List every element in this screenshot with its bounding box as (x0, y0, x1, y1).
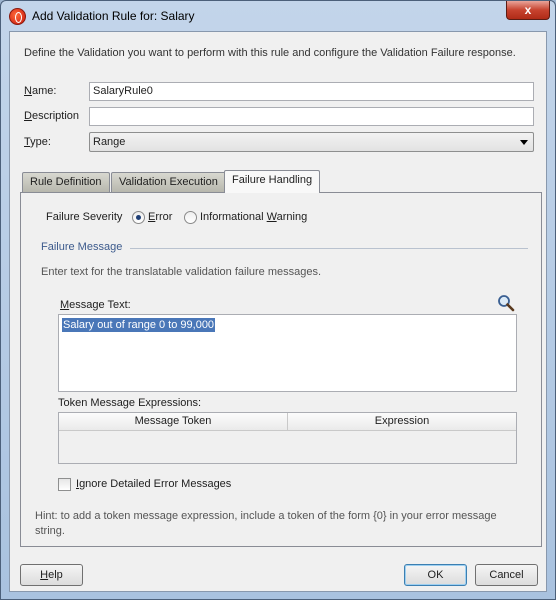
failure-handling-panel: Failure Severity Error Informational War… (20, 192, 542, 547)
search-icon[interactable] (497, 294, 515, 312)
token-expressions-table[interactable]: Message Token Expression (58, 412, 517, 464)
token-expressions-label: Token Message Expressions: (58, 397, 202, 409)
ok-button[interactable]: OK (404, 564, 467, 586)
app-icon (9, 8, 26, 25)
type-select[interactable]: Range (89, 132, 534, 152)
error-radio-label[interactable]: Error (148, 211, 172, 223)
name-label: Name: (24, 85, 57, 97)
description-label: Description (24, 110, 80, 122)
failure-message-hint: Enter text for the translatable validati… (41, 266, 322, 278)
failure-message-heading: Failure Message (41, 241, 123, 253)
type-select-value: Range (93, 136, 126, 148)
informational-warning-radio-label[interactable]: Informational Warning (200, 211, 307, 223)
tab-failure-handling[interactable]: Failure Handling (224, 170, 321, 193)
error-radio[interactable] (132, 211, 145, 224)
dialog-window: Add Validation Rule for: Salary x Define… (0, 0, 556, 600)
name-field[interactable]: SalaryRule0 (89, 82, 534, 101)
section-divider (130, 248, 528, 249)
dialog-body: Define the Validation you want to perfor… (9, 31, 547, 592)
title-bar[interactable]: Add Validation Rule for: Salary x (1, 1, 555, 31)
column-header-message-token[interactable]: Message Token (59, 413, 288, 431)
ignore-detailed-errors-label[interactable]: Ignore Detailed Error Messages (76, 478, 231, 490)
ignore-detailed-errors-checkbox[interactable] (58, 478, 71, 491)
window-title: Add Validation Rule for: Salary (32, 9, 195, 23)
tab-rule-definition[interactable]: Rule Definition (22, 172, 110, 192)
help-button[interactable]: Help (20, 564, 83, 586)
intro-text: Define the Validation you want to perfor… (24, 47, 516, 59)
column-header-expression[interactable]: Expression (288, 413, 516, 431)
chevron-down-icon (520, 140, 528, 145)
message-text-area[interactable]: Salary out of range 0 to 99,000 (58, 314, 517, 392)
tab-validation-execution[interactable]: Validation Execution (111, 172, 226, 192)
token-hint-text: Hint: to add a token message expression,… (35, 510, 497, 537)
message-text-value: Salary out of range 0 to 99,000 (62, 318, 216, 332)
description-field[interactable] (89, 107, 534, 126)
failure-severity-label: Failure Severity (46, 211, 123, 223)
cancel-button[interactable]: Cancel (475, 564, 538, 586)
informational-warning-radio[interactable] (184, 211, 197, 224)
type-label: Type: (24, 136, 51, 148)
close-button[interactable]: x (506, 1, 550, 20)
message-text-label: Message Text: (60, 299, 131, 311)
